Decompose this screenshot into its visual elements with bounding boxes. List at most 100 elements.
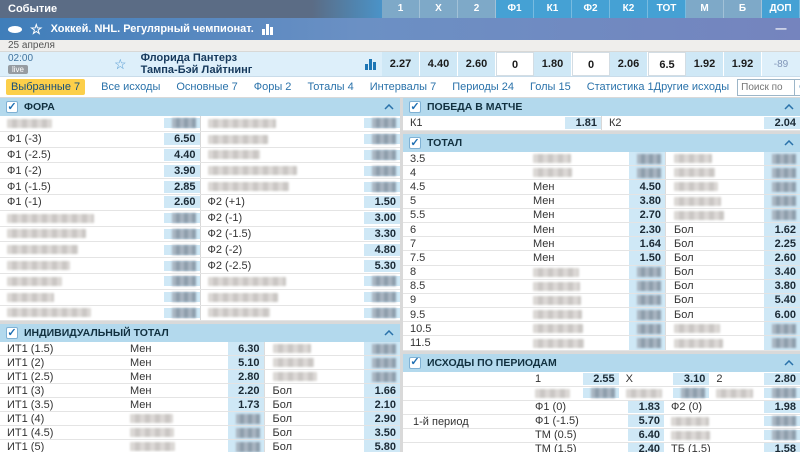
favorite-star-icon[interactable]: ☆ [30,22,43,36]
odds-cell[interactable] [364,292,400,302]
tab-0[interactable]: Выбранные 7 [6,79,85,95]
odds-cell[interactable] [164,276,200,286]
odds-cell[interactable]: 5.10 [228,356,264,369]
odds-cell[interactable] [164,245,200,255]
event-odds-cell-7[interactable]: 6.5 [648,52,686,76]
stats-icon[interactable] [365,59,376,70]
event-odds-cell-5[interactable]: 0 [572,52,610,76]
odds-cell[interactable]: 3.30 [364,228,400,240]
odds-cell[interactable] [764,336,800,349]
chevron-up-icon[interactable] [784,360,794,366]
chevron-up-icon[interactable] [384,104,394,110]
odds-cell[interactable]: 4.40 [164,149,200,161]
section-header-individual-total[interactable]: ✓ ИНДИВИДУАЛЬНЫЙ ТОТАЛ [0,324,400,342]
section-checkbox[interactable]: ✓ [6,327,18,339]
event-odds-cell-4[interactable]: 1.80 [534,52,572,76]
odds-cell[interactable]: 3.80 [764,280,800,293]
odds-cell[interactable] [764,388,800,398]
odds-cell[interactable] [583,388,619,398]
odds-cell[interactable] [228,440,264,452]
odds-cell[interactable]: 1.50 [364,196,400,208]
odds-cell[interactable]: 2.70 [629,209,665,222]
odds-cell[interactable] [764,430,800,440]
odds-cell[interactable] [629,308,665,321]
odds-cell[interactable] [164,292,200,302]
odds-cell[interactable]: 2.04 [764,117,800,129]
section-checkbox[interactable]: ✓ [6,101,18,113]
event-odds-cell-6[interactable]: 2.06 [610,52,648,76]
odds-cell[interactable] [164,118,200,128]
tab-6[interactable]: Периоды 24 [452,81,514,93]
section-header-total[interactable]: ✓ ТОТАЛ [403,134,800,152]
odds-cell[interactable] [364,134,400,144]
chevron-up-icon[interactable] [384,330,394,336]
chevron-up-icon[interactable] [784,140,794,146]
odds-cell[interactable]: 5.30 [364,260,400,272]
odds-cell[interactable]: 1.64 [629,237,665,250]
section-header-periods[interactable]: ✓ ИСХОДЫ ПО ПЕРИОДАМ [403,354,800,372]
odds-cell[interactable]: 2.80 [764,373,800,385]
odds-cell[interactable]: 2.55 [583,373,619,385]
odds-cell[interactable] [673,388,709,398]
odds-cell[interactable] [764,152,800,165]
odds-cell[interactable] [764,322,800,335]
odds-cell[interactable] [228,412,264,425]
odds-cell[interactable]: 1.58 [764,443,800,452]
event-odds-cell-1[interactable]: 4.40 [420,52,458,76]
odds-cell[interactable]: 3.10 [673,373,709,385]
section-checkbox[interactable]: ✓ [409,137,421,149]
event-odds-cell-2[interactable]: 2.60 [458,52,496,76]
stats-icon[interactable] [262,24,273,35]
odds-cell[interactable]: 1.66 [364,384,400,397]
odds-cell[interactable]: 1.83 [628,401,664,413]
other-outcomes-link[interactable]: Другие исходы [654,81,730,93]
search-icon[interactable] [794,80,800,95]
odds-cell[interactable] [629,336,665,349]
odds-cell[interactable]: 3.90 [164,165,200,177]
event-odds-cell-9[interactable]: 1.92 [724,52,762,76]
collapse-dash[interactable]: — [762,18,800,40]
search-input[interactable] [738,80,794,95]
odds-cell[interactable] [764,180,800,193]
tab-8[interactable]: Статистика 1 [587,81,654,93]
odds-cell[interactable]: 2.80 [228,370,264,383]
odds-cell[interactable]: 2.90 [364,412,400,425]
odds-cell[interactable]: 6.50 [164,133,200,145]
odds-cell[interactable]: 1.50 [629,251,665,264]
odds-cell[interactable]: 3.00 [364,212,400,224]
odds-cell[interactable]: 2.60 [764,251,800,264]
event-odds-cell-3[interactable]: 0 [496,52,534,76]
odds-cell[interactable]: 5.70 [628,415,664,427]
odds-cell[interactable] [364,150,400,160]
tab-7[interactable]: Голы 15 [530,81,571,93]
odds-cell[interactable]: 3.40 [764,266,800,279]
odds-cell[interactable] [228,426,264,439]
event-odds-cell-0[interactable]: 2.27 [382,52,420,76]
tab-1[interactable]: Все исходы [101,81,160,93]
tab-3[interactable]: Форы 2 [254,81,292,93]
favorite-star-icon[interactable]: ☆ [114,57,127,71]
odds-cell[interactable]: 2.20 [228,384,264,397]
odds-cell[interactable]: 3.50 [364,426,400,439]
odds-cell[interactable]: 2.60 [164,196,200,208]
odds-cell[interactable]: 2.85 [164,181,200,193]
odds-cell[interactable]: 6.00 [764,308,800,321]
odds-cell[interactable] [629,152,665,165]
odds-cell[interactable] [364,182,400,192]
odds-cell[interactable] [364,166,400,176]
odds-cell[interactable]: 2.10 [364,398,400,411]
odds-cell[interactable] [364,342,400,355]
tab-4[interactable]: Тоталы 4 [307,81,353,93]
event-row[interactable]: 02:00 live ☆ Флорида Пантерз Тампа-Бэй Л… [0,52,800,77]
event-odds-cell-8[interactable]: 1.92 [686,52,724,76]
odds-cell[interactable]: 1.81 [565,117,601,129]
odds-cell[interactable] [764,416,800,426]
section-header-match-win[interactable]: ✓ ПОБЕДА В МАТЧЕ [403,98,800,116]
odds-cell[interactable] [629,322,665,335]
odds-cell[interactable]: 1.62 [764,223,800,236]
odds-cell[interactable]: 3.80 [629,195,665,208]
odds-cell[interactable] [364,370,400,383]
section-checkbox[interactable]: ✓ [409,357,421,369]
odds-cell[interactable]: 5.40 [764,294,800,307]
league-row[interactable]: ☆ Хоккей. NHL. Регулярный чемпионат. — [0,18,800,40]
